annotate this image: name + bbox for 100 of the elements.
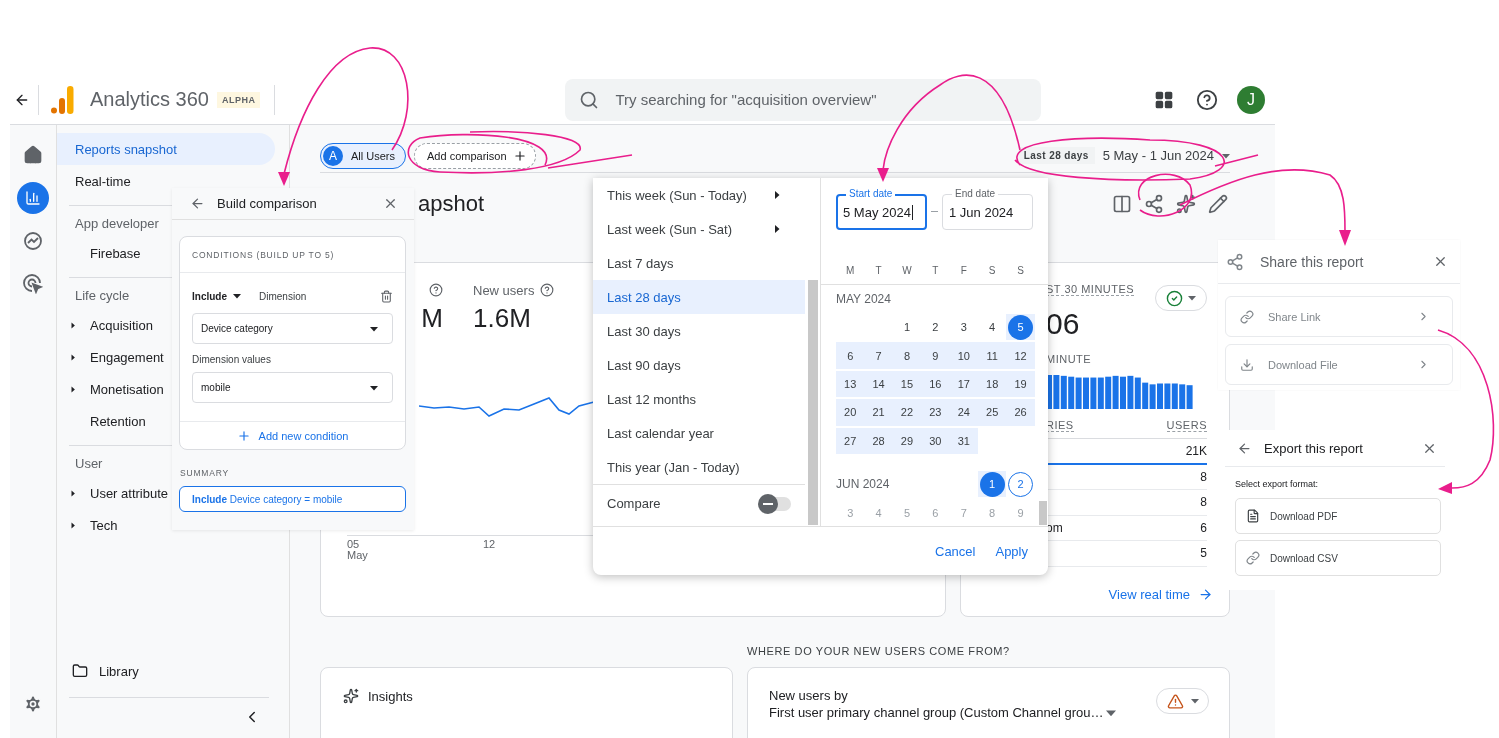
weekday-label: W — [901, 265, 913, 276]
realtime-value: 06 — [1046, 307, 1081, 341]
nav-item[interactable]: Firebase — [57, 237, 147, 269]
weekday-label: T — [931, 265, 940, 276]
table-cell: 8 — [1200, 495, 1207, 510]
preset-option[interactable]: Last 28 days — [593, 280, 805, 314]
segment-initial: A — [323, 145, 343, 166]
nav-item[interactable]: Reports snapshot — [57, 133, 275, 165]
nav-item[interactable]: User attribute — [57, 477, 175, 509]
calendar-day[interactable]: 28 — [866, 428, 892, 454]
calendar-day[interactable]: 24 — [951, 399, 977, 425]
calendar-day[interactable]: 11 — [979, 343, 1005, 369]
range-text: 5 May - 1 Jun 2024 — [1102, 148, 1214, 163]
calendar-day[interactable]: 25 — [979, 399, 1005, 425]
search-field[interactable]: Try searching for "acquisition overview" — [565, 78, 1042, 121]
range-label: Last 28 days — [1017, 147, 1095, 164]
calendar-day[interactable]: 15 — [894, 371, 920, 397]
month-label: JUN 2024 — [836, 475, 890, 493]
table-cell: 8 — [1200, 469, 1207, 484]
preset-option[interactable]: This week (Sun - Today) — [593, 178, 805, 212]
calendar-day[interactable]: 4 — [979, 314, 1005, 340]
apply-button[interactable]: Apply — [995, 539, 1028, 563]
weekday-label: T — [874, 265, 883, 276]
search-input[interactable]: Try searching for "acquisition overview" — [613, 90, 1042, 109]
calendar-day[interactable]: 9 — [922, 343, 948, 369]
calendar-day[interactable]: 27 — [837, 428, 863, 454]
calendar-day[interactable]: 10 — [951, 343, 977, 369]
start-date-field[interactable]: Start date 5 May 2024 — [836, 187, 927, 230]
nav-section-title: User — [74, 454, 103, 473]
calendar-day[interactable]: 30 — [922, 428, 948, 454]
export-prompt: Select export format: — [1235, 479, 1320, 489]
value-select[interactable]: mobile — [192, 372, 393, 403]
table-cell: 5 — [1200, 546, 1207, 561]
section-heading: CONDITIONS (BUILD UP TO 5) — [192, 249, 335, 260]
weekday-label: M — [845, 265, 856, 276]
month-label: MAY 2024 — [836, 291, 892, 308]
calendar-day[interactable]: 2 — [922, 314, 948, 340]
metric-value: 1.6M — [473, 303, 532, 334]
nav-section-title: Life cycle — [74, 286, 130, 305]
axis-label: 12 — [483, 538, 497, 552]
summary-text: Include Device category = mobile — [179, 486, 406, 512]
nav-item[interactable]: Engagement — [57, 341, 170, 373]
date-range-button[interactable]: Last 28 days 5 May - 1 Jun 2024 — [1017, 147, 1230, 164]
metric-label: New users — [473, 282, 535, 298]
calendar-day[interactable]: 3 — [951, 314, 977, 340]
card-title: Insights — [368, 688, 413, 704]
nav-item[interactable]: Tech — [57, 509, 124, 541]
calendar-day[interactable]: 20 — [837, 399, 863, 425]
cancel-button[interactable]: Cancel — [935, 539, 976, 563]
add-condition-button[interactable]: Add new condition — [180, 421, 405, 449]
export-option[interactable]: Download PDF — [1235, 498, 1441, 534]
calendar-day[interactable]: 1 — [979, 471, 1005, 497]
calendar-day[interactable]: 23 — [922, 399, 948, 425]
weekday-label: S — [987, 265, 997, 276]
dimension-select[interactable]: Device category — [192, 313, 393, 344]
calendar-day[interactable]: 31 — [951, 428, 977, 454]
section-heading: SUMMARY — [180, 468, 230, 478]
calendar-day[interactable]: 5 — [1008, 314, 1034, 340]
calendar-day[interactable]: 8 — [894, 343, 920, 369]
nav-item[interactable]: Real-time — [57, 165, 275, 197]
calendar-day[interactable]: 7 — [866, 343, 892, 369]
nav-item[interactable]: Acquisition — [57, 309, 159, 341]
share-option[interactable]: Share Link — [1225, 296, 1453, 337]
include-dropdown[interactable]: Include — [192, 290, 241, 302]
calendar-day[interactable]: 29 — [894, 428, 920, 454]
calendar-day[interactable]: 12 — [1008, 343, 1034, 369]
calendar-day[interactable]: 6 — [837, 343, 863, 369]
calendar-day[interactable]: 13 — [837, 371, 863, 397]
calendar-day[interactable]: 1 — [894, 314, 920, 340]
library-item[interactable]: Library — [57, 655, 289, 687]
panel-title: Build comparison — [217, 196, 317, 211]
axis-label: 05 May — [347, 538, 369, 562]
compare-label: Compare — [607, 496, 661, 511]
app-title: Analytics 360 — [90, 88, 209, 111]
page-title: apshot — [418, 191, 485, 217]
end-date-field[interactable]: End date 1 Jun 2024 — [942, 187, 1033, 230]
column-header: USERS — [1166, 419, 1207, 432]
dimension-dropdown[interactable]: First user primary channel group (Custom Channel grou… — [769, 705, 1116, 720]
calendar-day[interactable]: 19 — [1008, 371, 1034, 397]
panel-title: Export this report — [1264, 440, 1363, 456]
avatar[interactable]: J — [1237, 85, 1265, 114]
table-cell: 6 — [1200, 520, 1207, 535]
calendar-day[interactable]: 18 — [979, 371, 1005, 397]
view-real-time-link[interactable]: View real time — [1108, 587, 1213, 602]
nav-item[interactable]: Retention — [57, 405, 152, 437]
calendar-day[interactable]: 26 — [1008, 399, 1034, 425]
alpha-badge: ALPHA — [216, 91, 261, 108]
calendar-day[interactable]: 14 — [866, 371, 892, 397]
add-comparison-button[interactable]: Add comparison — [414, 142, 536, 169]
share-option[interactable]: Download File — [1225, 344, 1453, 385]
calendar-day[interactable]: 2 — [1008, 471, 1034, 497]
calendar-day[interactable]: 21 — [866, 399, 892, 425]
segment-chip[interactable]: A All Users — [320, 142, 406, 169]
calendar-day[interactable]: 17 — [951, 371, 977, 397]
field-label: Dimension — [259, 290, 307, 302]
nav-item[interactable]: Monetisation — [57, 373, 170, 405]
calendar-day[interactable]: 16 — [922, 371, 948, 397]
calendar-day[interactable]: 22 — [894, 399, 920, 425]
export-option[interactable]: Download CSV — [1235, 540, 1441, 576]
nav-section-title: App developer — [74, 214, 159, 233]
